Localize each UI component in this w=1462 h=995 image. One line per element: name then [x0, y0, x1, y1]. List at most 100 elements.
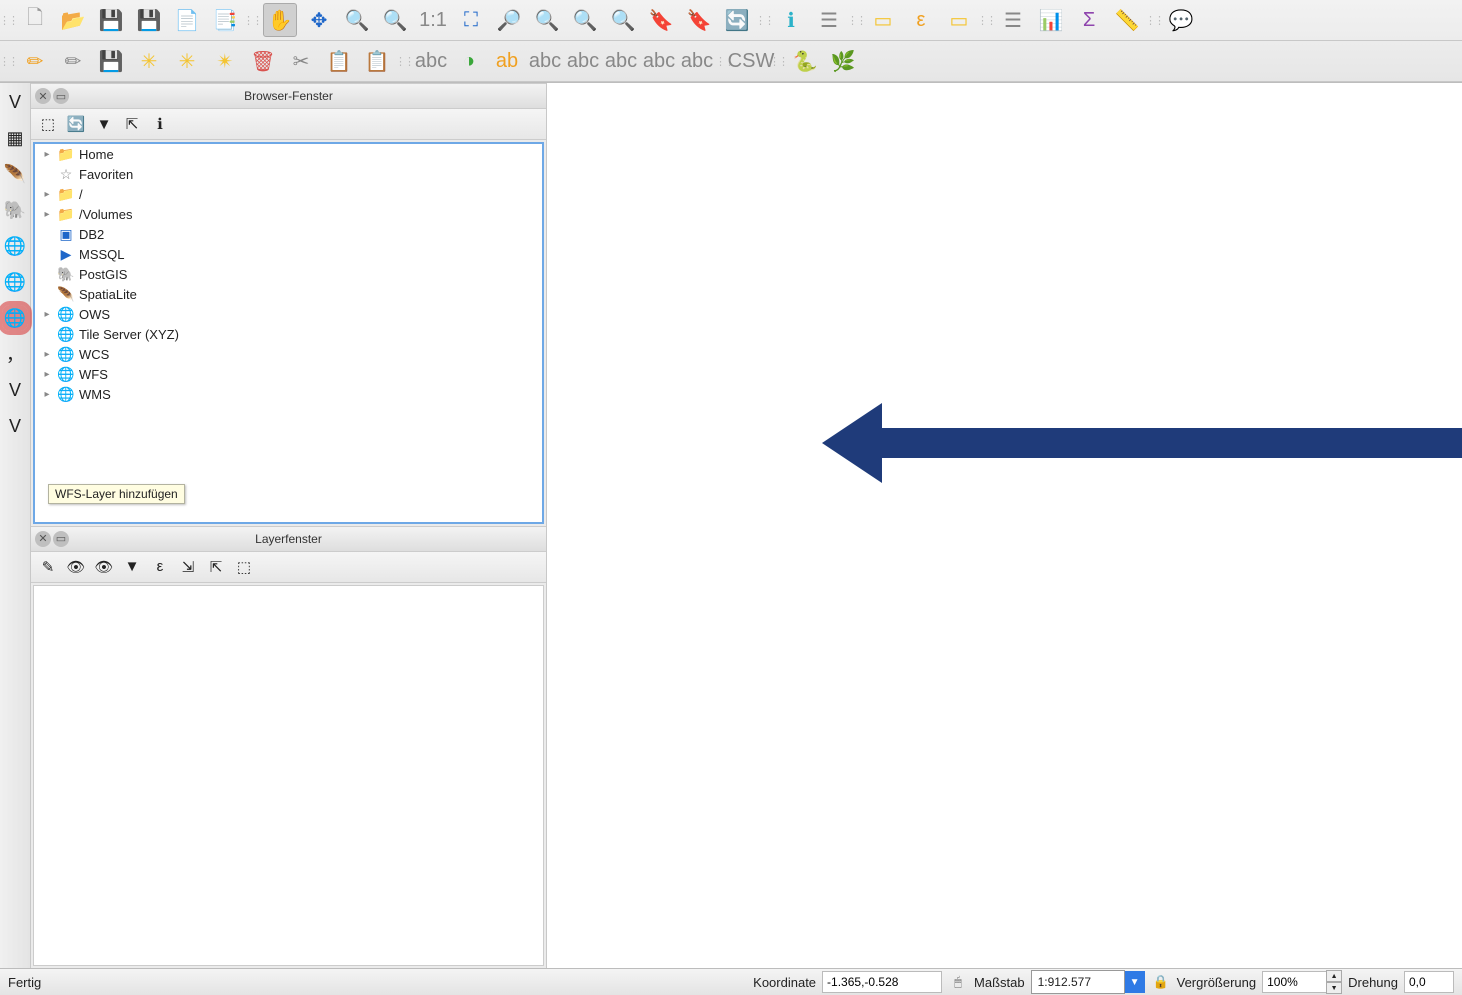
add-vector-layer-button[interactable]: V	[2, 89, 28, 115]
map-tips-button[interactable]: 💬	[1165, 4, 1197, 36]
add-delimited-text-button[interactable]: ，	[2, 341, 28, 367]
zoom-selection-button[interactable]: 🔎	[493, 4, 525, 36]
label-tool-7-button[interactable]: abc	[681, 45, 713, 77]
label-tool-4-button[interactable]: abc	[567, 45, 599, 77]
tree-item[interactable]: ▸📁/Volumes	[35, 204, 542, 224]
tree-item[interactable]: ☆Favoriten	[35, 164, 542, 184]
toolbar-grip[interactable]	[851, 8, 861, 32]
expand-arrow-icon[interactable]: ▸	[41, 369, 53, 380]
label-tool-1-button[interactable]: abc	[415, 45, 447, 77]
tree-item[interactable]: ▸📁Home	[35, 144, 542, 164]
metasearch-button[interactable]: CSW	[735, 45, 767, 77]
scale-dropdown-button[interactable]: ▼	[1125, 971, 1145, 993]
style-manager-button[interactable]: ◑	[453, 45, 485, 77]
rotation-input[interactable]	[1404, 971, 1454, 993]
copy-features-button[interactable]: 📋	[323, 45, 355, 77]
select-features-button[interactable]: ▭	[867, 4, 899, 36]
toolbar-grip[interactable]	[3, 8, 13, 32]
refresh-button[interactable]: 🔄	[65, 113, 87, 135]
statistics-button[interactable]: 📊	[1035, 4, 1067, 36]
pan-to-selection-button[interactable]: ✥	[303, 4, 335, 36]
zoom-full-button[interactable]: ⛶	[455, 4, 487, 36]
style-preset-button[interactable]: ✎	[37, 556, 59, 578]
collapse-all-button[interactable]: ⇱	[205, 556, 227, 578]
tree-item[interactable]: ▸🌐WCS	[35, 344, 542, 364]
expand-arrow-icon[interactable]: ▸	[41, 309, 53, 320]
filter-button[interactable]: ▼	[121, 556, 143, 578]
expand-arrow-icon[interactable]: ▸	[41, 209, 53, 220]
measure-button[interactable]: 📏	[1111, 4, 1143, 36]
add-postgis-layer-button[interactable]: 🐘	[2, 197, 28, 223]
plugin-button[interactable]: 🌿	[827, 45, 859, 77]
toggle-editing-button[interactable]: ✏	[57, 45, 89, 77]
tree-item[interactable]: ▶MSSQL	[35, 244, 542, 264]
zoom-out-button[interactable]: 🔍	[379, 4, 411, 36]
expand-all-button[interactable]: ⇲	[177, 556, 199, 578]
save-layer-edits-button[interactable]: 💾	[95, 45, 127, 77]
close-icon[interactable]: ✕	[35, 531, 51, 547]
paste-features-button[interactable]: 📋	[361, 45, 393, 77]
label-tool-2-button[interactable]: ab	[491, 45, 523, 77]
map-canvas[interactable]	[547, 83, 1462, 968]
lock-scale-icon[interactable]: 🔒	[1151, 972, 1171, 992]
toolbar-grip[interactable]	[773, 49, 783, 73]
zoom-in-button[interactable]: 🔍	[341, 4, 373, 36]
tree-item[interactable]: ▸🌐OWS	[35, 304, 542, 324]
save-project-button[interactable]: 💾	[95, 4, 127, 36]
coordinate-input[interactable]	[822, 971, 942, 993]
deselect-all-button[interactable]: ▭	[943, 4, 975, 36]
zoom-next-button[interactable]: 🔍	[607, 4, 639, 36]
magnifier-down[interactable]: ▼	[1326, 982, 1342, 994]
label-tool-6-button[interactable]: abc	[643, 45, 675, 77]
filter-legend-button[interactable]: 👁	[93, 556, 115, 578]
collapse-all-button[interactable]: ⇱	[121, 113, 143, 135]
layer-tree[interactable]	[33, 585, 544, 967]
new-project-button[interactable]: 🗋	[19, 4, 51, 36]
open-attribute-table-button[interactable]: ☰	[813, 4, 845, 36]
manage-visibility-button[interactable]: 👁	[65, 556, 87, 578]
add-virtual-layer-button[interactable]: V	[2, 377, 28, 403]
current-edits-button[interactable]: ✏	[19, 45, 51, 77]
expression-button[interactable]: ε	[149, 556, 171, 578]
magnifier-input[interactable]	[1262, 971, 1327, 993]
pan-map-button[interactable]: ✋	[263, 3, 297, 37]
zoom-layer-button[interactable]: 🔍	[531, 4, 563, 36]
label-tool-5-button[interactable]: abc	[605, 45, 637, 77]
sum-button[interactable]: Σ	[1073, 4, 1105, 36]
node-tool-button[interactable]: ✴	[209, 45, 241, 77]
add-wms-layer-button[interactable]: 🌐	[2, 233, 28, 259]
filter-button[interactable]: ▼	[93, 113, 115, 135]
toolbar-grip[interactable]	[247, 8, 257, 32]
zoom-native-button[interactable]: 1:1	[417, 4, 449, 36]
toolbar-grip[interactable]	[3, 49, 13, 73]
tree-item[interactable]: 🌐Tile Server (XYZ)	[35, 324, 542, 344]
python-console-button[interactable]: 🐍	[789, 45, 821, 77]
undock-icon[interactable]: ▭	[53, 531, 69, 547]
close-icon[interactable]: ✕	[35, 88, 51, 104]
toggle-extents-icon[interactable]: 🖱	[948, 972, 968, 992]
add-spatialite-layer-button[interactable]: 🪶	[2, 161, 28, 187]
new-shapefile-button[interactable]: V	[2, 413, 28, 439]
delete-selected-button[interactable]: 🗑	[247, 45, 279, 77]
label-tool-3-button[interactable]: abc	[529, 45, 561, 77]
refresh-button[interactable]: 🔄	[721, 4, 753, 36]
composer-manager-button[interactable]: 📑	[209, 4, 241, 36]
undock-icon[interactable]: ▭	[53, 88, 69, 104]
open-field-calc-button[interactable]: ☰	[997, 4, 1029, 36]
save-project-as-button[interactable]: 💾	[133, 4, 165, 36]
tree-item[interactable]: ▸🌐WMS	[35, 384, 542, 404]
new-print-composer-button[interactable]: 📄	[171, 4, 203, 36]
add-raster-layer-button[interactable]: ▦	[2, 125, 28, 151]
tree-item[interactable]: 🐘PostGIS	[35, 264, 542, 284]
tree-item[interactable]: ▣DB2	[35, 224, 542, 244]
browser-tree[interactable]: ▸📁Home☆Favoriten▸📁/▸📁/Volumes▣DB2▶MSSQL🐘…	[33, 142, 544, 524]
open-project-button[interactable]: 📂	[57, 4, 89, 36]
toolbar-grip[interactable]	[1149, 8, 1159, 32]
new-bookmark-button[interactable]: 🔖	[645, 4, 677, 36]
cut-features-button[interactable]: ✂	[285, 45, 317, 77]
toolbar-grip[interactable]	[981, 8, 991, 32]
tree-item[interactable]: 🪶SpatiaLite	[35, 284, 542, 304]
remove-button[interactable]: ⬚	[233, 556, 255, 578]
add-wfs-layer-button[interactable]: 🌐	[2, 305, 28, 331]
tree-item[interactable]: ▸🌐WFS	[35, 364, 542, 384]
